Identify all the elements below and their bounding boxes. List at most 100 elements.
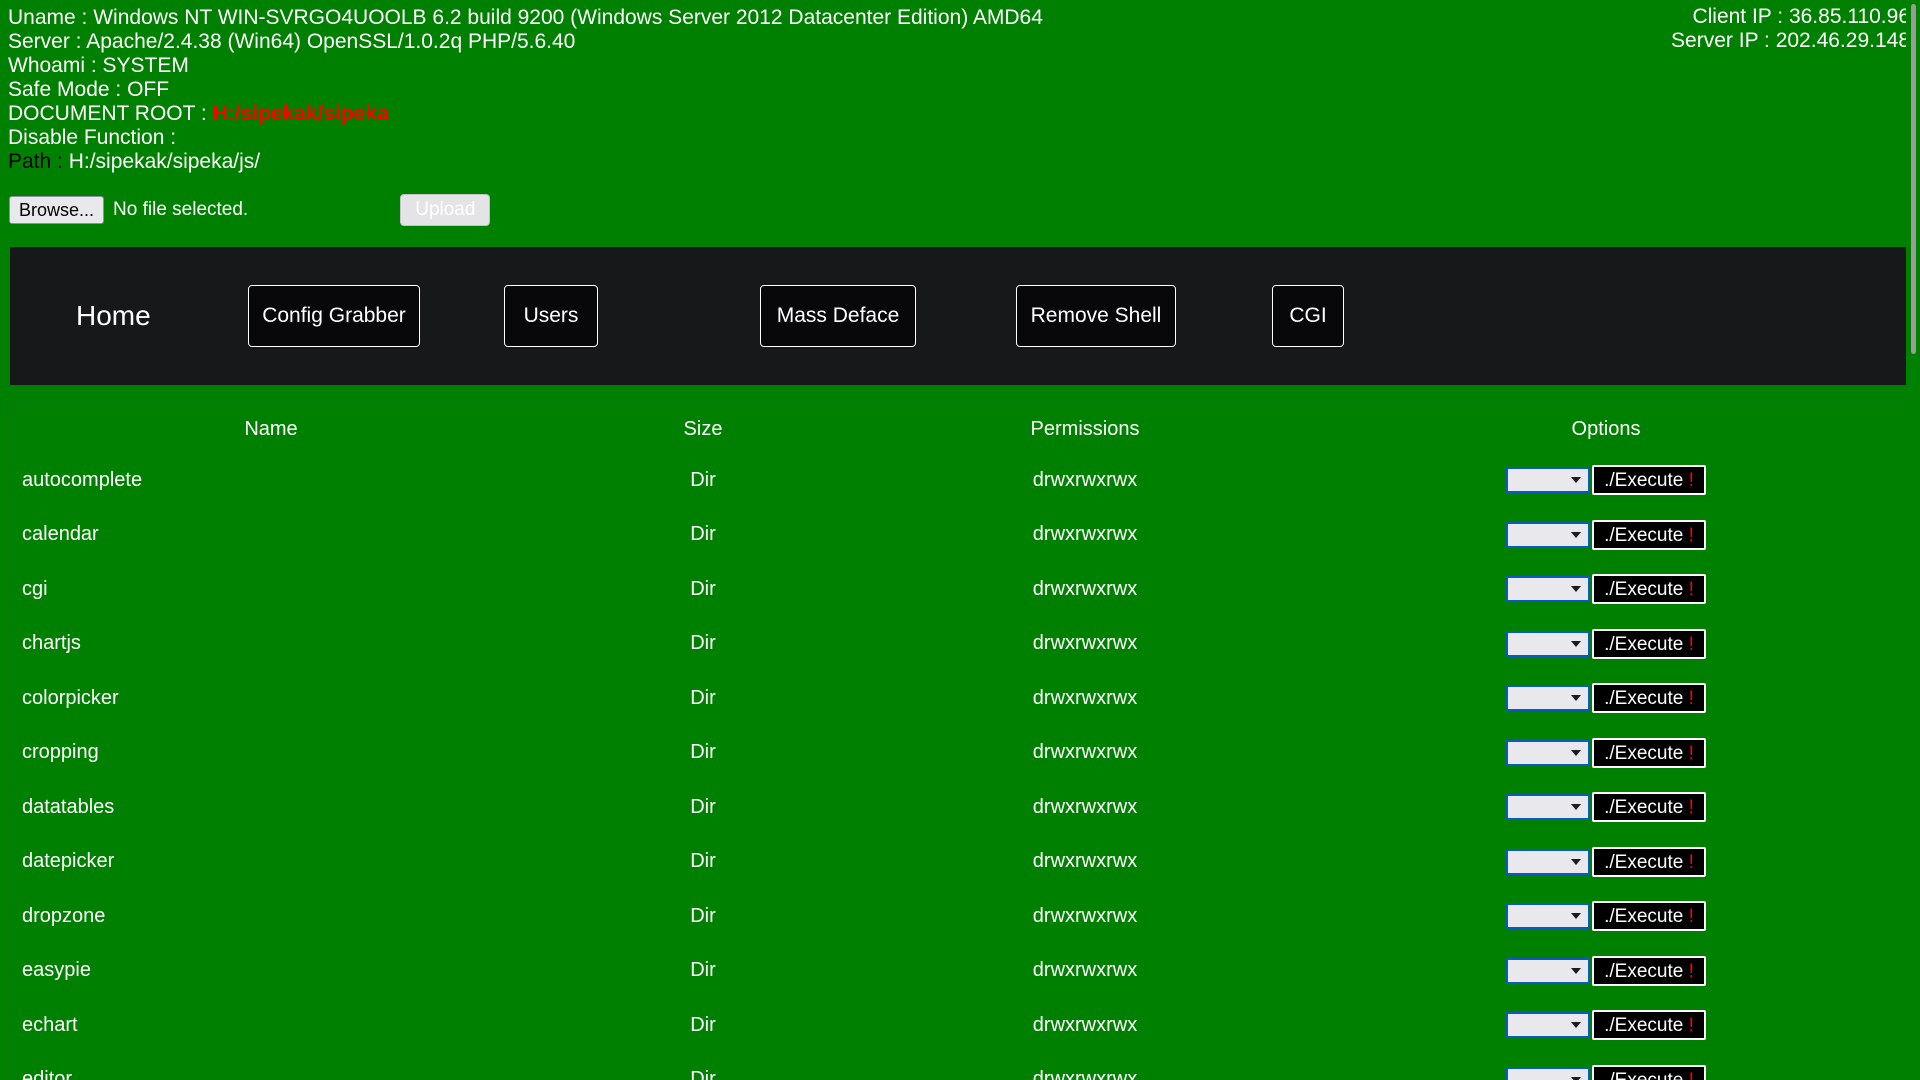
server-value: Apache/2.4.38 (Win64) OpenSSL/1.0.2q PHP… bbox=[86, 30, 576, 53]
file-action-select[interactable] bbox=[1506, 685, 1591, 712]
info-line-disable-function: Disable Function : bbox=[8, 126, 1920, 150]
execute-button[interactable]: ./Execute ! bbox=[1592, 519, 1706, 550]
file-name-cell[interactable]: autocomplete bbox=[11, 453, 532, 508]
disable-function-label: Disable Function : bbox=[8, 126, 177, 149]
file-name-cell[interactable]: easypie bbox=[11, 944, 532, 999]
execute-button-label: ./Execute bbox=[1604, 960, 1684, 982]
chevron-down-icon bbox=[1571, 913, 1582, 920]
file-permissions-cell: drwxrwxrwx bbox=[1032, 523, 1138, 546]
file-options-cell: ./Execute ! bbox=[1296, 944, 1909, 999]
execute-button-bang: ! bbox=[1688, 797, 1694, 819]
execute-button[interactable]: ./Execute ! bbox=[1592, 574, 1706, 605]
file-action-select[interactable] bbox=[1506, 957, 1591, 984]
execute-button-label: ./Execute bbox=[1604, 524, 1684, 546]
execute-button-bang: ! bbox=[1688, 1015, 1694, 1037]
execute-button-bang: ! bbox=[1688, 851, 1694, 873]
execute-button-label: ./Execute bbox=[1604, 906, 1684, 928]
upload-button[interactable]: Upload bbox=[400, 194, 491, 226]
nav-button-users[interactable]: Users bbox=[504, 285, 598, 347]
file-action-select[interactable] bbox=[1506, 794, 1591, 821]
file-name-cell[interactable]: echart bbox=[11, 998, 532, 1053]
file-name-cell[interactable]: colorpicker bbox=[11, 671, 532, 726]
chevron-down-icon bbox=[1571, 477, 1582, 484]
execute-button[interactable]: ./Execute ! bbox=[1592, 846, 1706, 877]
file-name-cell[interactable]: calendar bbox=[11, 508, 532, 563]
table-row: cropping Dir drwxrwxrwx ./Execute ! bbox=[11, 726, 1909, 781]
main-navigation-bar: Home Config Grabber Users Mass Deface Re… bbox=[10, 247, 1910, 385]
info-line-server: Server : Apache/2.4.38 (Win64) OpenSSL/1… bbox=[8, 30, 1920, 54]
execute-button-bang: ! bbox=[1688, 960, 1694, 982]
file-size-cell: Dir bbox=[690, 632, 716, 655]
page-scrollbar-thumb[interactable] bbox=[1911, 4, 1916, 354]
nav-button-mass-deface[interactable]: Mass Deface bbox=[760, 285, 916, 347]
file-permissions-cell: drwxrwxrwx bbox=[1032, 468, 1138, 491]
file-name-cell[interactable]: editor bbox=[11, 1053, 532, 1080]
file-action-select[interactable] bbox=[1506, 467, 1591, 494]
execute-button-label: ./Execute bbox=[1604, 579, 1684, 601]
file-action-select[interactable] bbox=[1506, 739, 1591, 766]
execute-button[interactable]: ./Execute ! bbox=[1592, 792, 1706, 823]
execute-button-label: ./Execute bbox=[1604, 797, 1684, 819]
column-header-name: Name bbox=[244, 417, 298, 440]
options-controls: ./Execute ! bbox=[1297, 465, 1909, 496]
options-controls: ./Execute ! bbox=[1297, 955, 1909, 986]
ip-info-block: Client IP : 36.85.110.96 Server IP : 202… bbox=[1671, 5, 1910, 53]
file-options-cell: ./Execute ! bbox=[1296, 562, 1909, 617]
client-ip-text: Client IP : 36.85.110.96 bbox=[1692, 5, 1910, 28]
file-size-cell: Dir bbox=[690, 1068, 716, 1080]
file-name-cell[interactable]: cropping bbox=[11, 726, 532, 781]
file-options-cell: ./Execute ! bbox=[1296, 726, 1909, 781]
info-line-uname: Uname : Windows NT WIN-SVRGO4UOOLB 6.2 b… bbox=[8, 6, 1920, 30]
chevron-down-icon bbox=[1571, 804, 1582, 811]
table-row: editor Dir drwxrwxrwx ./Execute ! bbox=[11, 1053, 1909, 1080]
file-permissions-cell: drwxrwxrwx bbox=[1032, 795, 1138, 818]
nav-button-config-grabber[interactable]: Config Grabber bbox=[248, 285, 420, 347]
file-options-cell: ./Execute ! bbox=[1296, 508, 1909, 563]
file-options-cell: ./Execute ! bbox=[1296, 671, 1909, 726]
file-size-cell: Dir bbox=[690, 741, 716, 764]
nav-button-remove-shell[interactable]: Remove Shell bbox=[1016, 285, 1176, 347]
browse-file-button[interactable]: Browse... bbox=[9, 196, 105, 224]
nav-slot-cgi: CGI bbox=[1272, 285, 1528, 347]
page-scrollbar-track[interactable] bbox=[1906, 0, 1920, 1080]
file-name-cell[interactable]: dropzone bbox=[11, 889, 532, 944]
execute-button-label: ./Execute bbox=[1604, 1070, 1683, 1080]
table-row: datepicker Dir drwxrwxrwx ./Execute ! bbox=[11, 835, 1909, 890]
nav-slot-mass-deface: Mass Deface bbox=[760, 285, 1016, 347]
file-name-cell[interactable]: cgi bbox=[11, 562, 532, 617]
file-permissions-cell: drwxrwxrwx bbox=[1032, 632, 1138, 655]
whoami-label: Whoami : bbox=[8, 54, 97, 77]
file-action-select[interactable] bbox=[1506, 903, 1591, 930]
nav-item-home[interactable]: Home bbox=[76, 300, 248, 332]
file-action-select[interactable] bbox=[1506, 521, 1591, 548]
file-table-header-row: Name Size Permissions Options bbox=[11, 405, 1909, 453]
chevron-down-icon bbox=[1571, 749, 1582, 756]
file-action-select[interactable] bbox=[1506, 848, 1591, 875]
file-name-cell[interactable]: datepicker bbox=[11, 835, 532, 890]
server-ip-text: Server IP : 202.46.29.148 bbox=[1671, 29, 1910, 52]
file-action-select[interactable] bbox=[1506, 1012, 1591, 1039]
file-size-cell: Dir bbox=[690, 850, 716, 873]
execute-button[interactable]: ./Execute ! bbox=[1592, 737, 1706, 768]
execute-button[interactable]: ./Execute ! bbox=[1592, 628, 1706, 659]
file-action-select[interactable] bbox=[1506, 1066, 1591, 1080]
execute-button-bang: ! bbox=[1688, 579, 1694, 601]
document-root-label: DOCUMENT ROOT : bbox=[8, 102, 207, 125]
execute-button-bang: ! bbox=[1688, 742, 1694, 764]
file-name-cell[interactable]: datatables bbox=[11, 780, 532, 835]
execute-button[interactable]: ./Execute ! bbox=[1592, 683, 1706, 714]
whoami-value: SYSTEM bbox=[102, 54, 189, 77]
file-name-cell[interactable]: chartjs bbox=[11, 617, 532, 672]
file-action-select[interactable] bbox=[1506, 576, 1591, 603]
execute-button[interactable]: ./Execute ! bbox=[1592, 901, 1706, 932]
uname-label: Uname : bbox=[8, 6, 88, 29]
file-action-select[interactable] bbox=[1506, 630, 1591, 657]
execute-button-bang: ! bbox=[1688, 906, 1694, 928]
table-row: chartjs Dir drwxrwxrwx ./Execute ! bbox=[11, 617, 1909, 672]
uname-value: Windows NT WIN-SVRGO4UOOLB 6.2 build 920… bbox=[93, 6, 1043, 29]
execute-button[interactable]: ./Execute ! bbox=[1592, 1010, 1706, 1041]
execute-button[interactable]: ./Execute ! bbox=[1592, 955, 1706, 986]
nav-button-cgi[interactable]: CGI bbox=[1272, 285, 1344, 347]
execute-button[interactable]: ./Execute ! bbox=[1592, 1064, 1706, 1080]
execute-button[interactable]: ./Execute ! bbox=[1592, 465, 1706, 496]
